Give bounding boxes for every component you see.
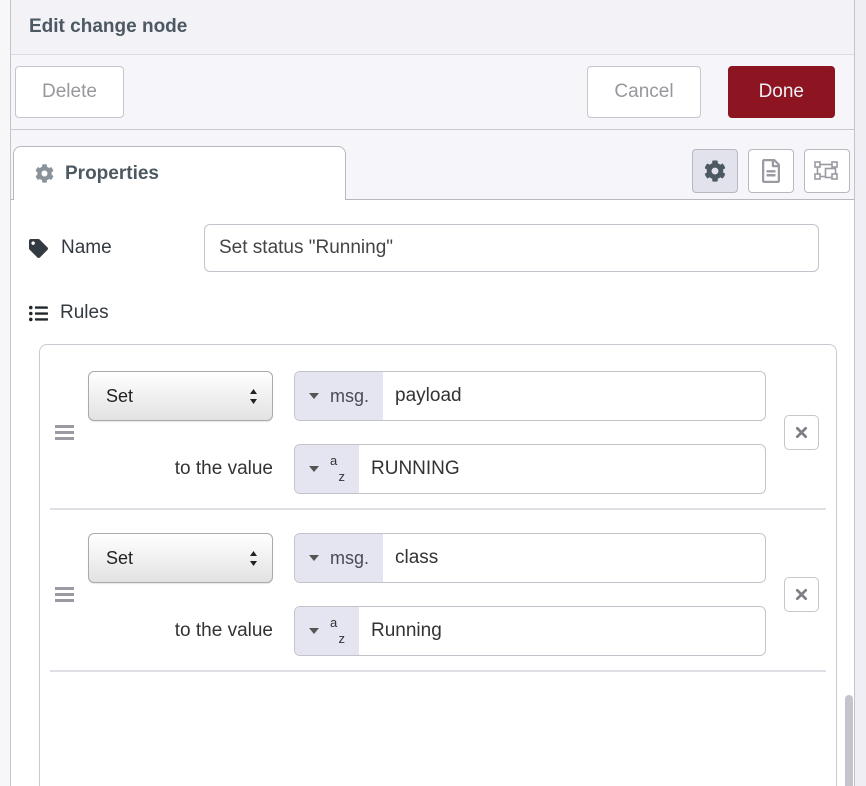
property-typed-input: msg. <box>294 533 766 583</box>
x-icon <box>795 588 808 601</box>
group-frame-icon <box>814 159 840 183</box>
rule-divider <box>50 670 826 672</box>
tray-header: Edit change node <box>11 0 854 55</box>
name-form-row: Name <box>29 224 837 272</box>
description-tab-button[interactable] <box>748 149 794 193</box>
remove-rule-button[interactable] <box>784 577 819 612</box>
drag-handle[interactable] <box>40 586 88 603</box>
caret-down-icon <box>309 628 319 634</box>
rule-action-select[interactable]: Set <box>88 533 273 583</box>
to-value-label: to the value <box>88 458 273 480</box>
value-input[interactable] <box>359 445 765 493</box>
list-icon <box>29 304 48 323</box>
rules-list: Set msg. <box>39 344 837 786</box>
scrollbar-thumb[interactable] <box>845 695 853 786</box>
rule-action-value: Set <box>106 548 133 569</box>
properties-panel: Name Rules Set <box>11 200 854 786</box>
value-typed-input: a z <box>294 606 766 656</box>
remove-rule-button[interactable] <box>784 415 819 450</box>
file-icon <box>761 159 781 183</box>
property-type-button[interactable]: msg. <box>295 534 383 582</box>
bars-icon <box>55 424 74 441</box>
name-input[interactable] <box>204 224 819 272</box>
a-z-icon: a z <box>330 455 345 483</box>
tray-left-gutter <box>0 0 10 786</box>
delete-button[interactable]: Delete <box>15 66 124 118</box>
a-z-icon: a z <box>330 617 345 645</box>
edit-tray: Edit change node Delete Cancel Done Prop… <box>10 0 855 786</box>
tray-right-gutter <box>855 0 866 786</box>
done-button[interactable]: Done <box>728 66 835 118</box>
property-input[interactable] <box>383 372 765 420</box>
caret-down-icon <box>309 555 319 561</box>
appearance-tab-button[interactable] <box>804 149 850 193</box>
rules-label-text: Rules <box>60 302 109 324</box>
gear-icon <box>704 160 726 182</box>
tag-icon <box>29 239 48 258</box>
tab-button-group <box>692 149 850 193</box>
property-input[interactable] <box>383 534 765 582</box>
value-input[interactable] <box>359 607 765 655</box>
name-label: Name <box>29 237 204 259</box>
rules-label: Rules <box>29 302 837 324</box>
drag-handle[interactable] <box>40 424 88 441</box>
tray-toolbar: Delete Cancel Done <box>11 55 854 130</box>
rule-action-select[interactable]: Set <box>88 371 273 421</box>
rule-row-2: Set msg. <box>40 510 836 656</box>
up-down-arrows-icon <box>248 550 259 567</box>
bars-icon <box>55 586 74 603</box>
to-value-label: to the value <box>88 620 273 642</box>
value-type-button[interactable]: a z <box>295 445 359 493</box>
tab-properties[interactable]: Properties <box>13 146 346 200</box>
page-title: Edit change node <box>29 16 187 38</box>
properties-tab-button[interactable] <box>692 149 738 193</box>
rule-row-1: Set msg. <box>40 371 836 494</box>
gear-icon <box>35 164 54 183</box>
name-label-text: Name <box>61 237 112 259</box>
x-icon <box>795 426 808 439</box>
value-type-button[interactable]: a z <box>295 607 359 655</box>
property-typed-input: msg. <box>294 371 766 421</box>
property-prefix-label: msg. <box>330 548 369 569</box>
rule-action-value: Set <box>106 386 133 407</box>
cancel-button[interactable]: Cancel <box>587 66 700 118</box>
caret-down-icon <box>309 393 319 399</box>
property-prefix-label: msg. <box>330 386 369 407</box>
caret-down-icon <box>309 466 319 472</box>
tab-bar: Properties <box>11 130 854 200</box>
property-type-button[interactable]: msg. <box>295 372 383 420</box>
tab-properties-label: Properties <box>65 163 159 185</box>
value-typed-input: a z <box>294 444 766 494</box>
up-down-arrows-icon <box>248 388 259 405</box>
